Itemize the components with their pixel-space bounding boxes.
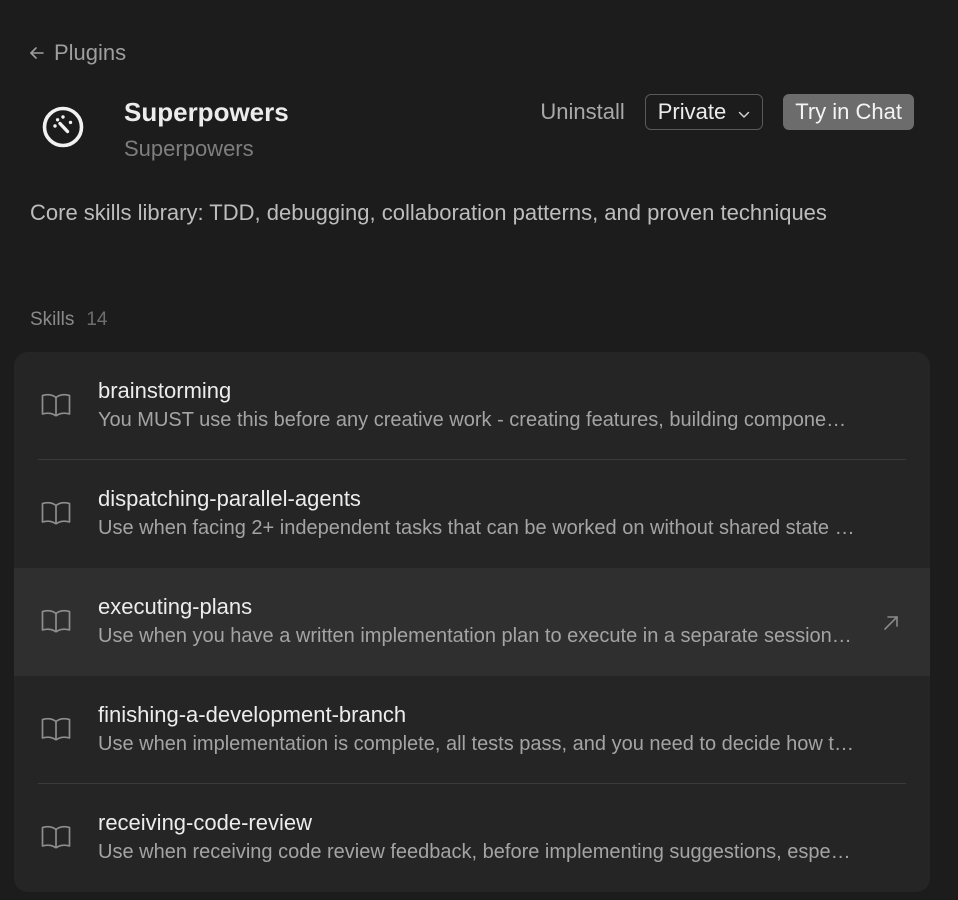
plugin-title: Superpowers bbox=[124, 97, 289, 127]
skill-row-finishing-a-development-branch[interactable]: finishing-a-development-branch Use when … bbox=[14, 676, 930, 784]
skill-description: Use when you have a written implementati… bbox=[98, 625, 856, 647]
skill-description: Use when implementation is complete, all… bbox=[98, 733, 856, 755]
skills-count: 14 bbox=[86, 309, 108, 330]
skill-name: receiving-code-review bbox=[98, 810, 312, 835]
skill-row-executing-plans[interactable]: executing-plans Use when you have a writ… bbox=[14, 568, 930, 676]
skill-row-dispatching-parallel-agents[interactable]: dispatching-parallel-agents Use when fac… bbox=[14, 460, 930, 568]
back-to-plugins-link[interactable]: Plugins bbox=[28, 38, 126, 68]
skills-heading-label: Skills bbox=[30, 309, 75, 330]
plugin-header: Superpowers Superpowers Uninstall Privat… bbox=[36, 94, 916, 166]
arrow-left-icon bbox=[28, 44, 46, 62]
arrow-up-right-icon[interactable] bbox=[882, 614, 900, 632]
book-open-icon bbox=[40, 500, 72, 526]
skills-list: brainstorming You MUST use this before a… bbox=[14, 352, 930, 892]
chevron-down-icon bbox=[738, 99, 750, 125]
skill-name: finishing-a-development-branch bbox=[98, 702, 407, 727]
gauge-icon bbox=[40, 104, 86, 150]
skill-row-receiving-code-review[interactable]: receiving-code-review Use when receiving… bbox=[14, 784, 930, 892]
skill-description: Use when receiving code review feedback,… bbox=[98, 841, 856, 863]
visibility-select[interactable]: Private bbox=[644, 94, 764, 130]
skill-name: brainstorming bbox=[98, 378, 232, 403]
plugin-actions: Uninstall Private Try in Chat bbox=[540, 94, 914, 130]
plugin-description: Core skills library: TDD, debugging, col… bbox=[30, 200, 827, 225]
skill-name: dispatching-parallel-agents bbox=[98, 486, 361, 511]
book-open-icon bbox=[40, 392, 72, 418]
skill-description: You MUST use this before any creative wo… bbox=[98, 409, 856, 431]
book-open-icon bbox=[40, 716, 72, 742]
skills-heading: Skills 14 bbox=[30, 309, 107, 331]
try-in-chat-button[interactable]: Try in Chat bbox=[783, 94, 914, 130]
back-link-label: Plugins bbox=[54, 40, 127, 65]
skill-row-brainstorming[interactable]: brainstorming You MUST use this before a… bbox=[14, 352, 930, 460]
skill-description: Use when facing 2+ independent tasks tha… bbox=[98, 517, 856, 539]
uninstall-button[interactable]: Uninstall bbox=[540, 95, 624, 129]
book-open-icon bbox=[40, 608, 72, 634]
skill-name: executing-plans bbox=[98, 594, 253, 619]
visibility-value: Private bbox=[657, 99, 727, 124]
book-open-icon bbox=[40, 824, 72, 850]
plugin-subtitle: Superpowers bbox=[124, 136, 254, 161]
